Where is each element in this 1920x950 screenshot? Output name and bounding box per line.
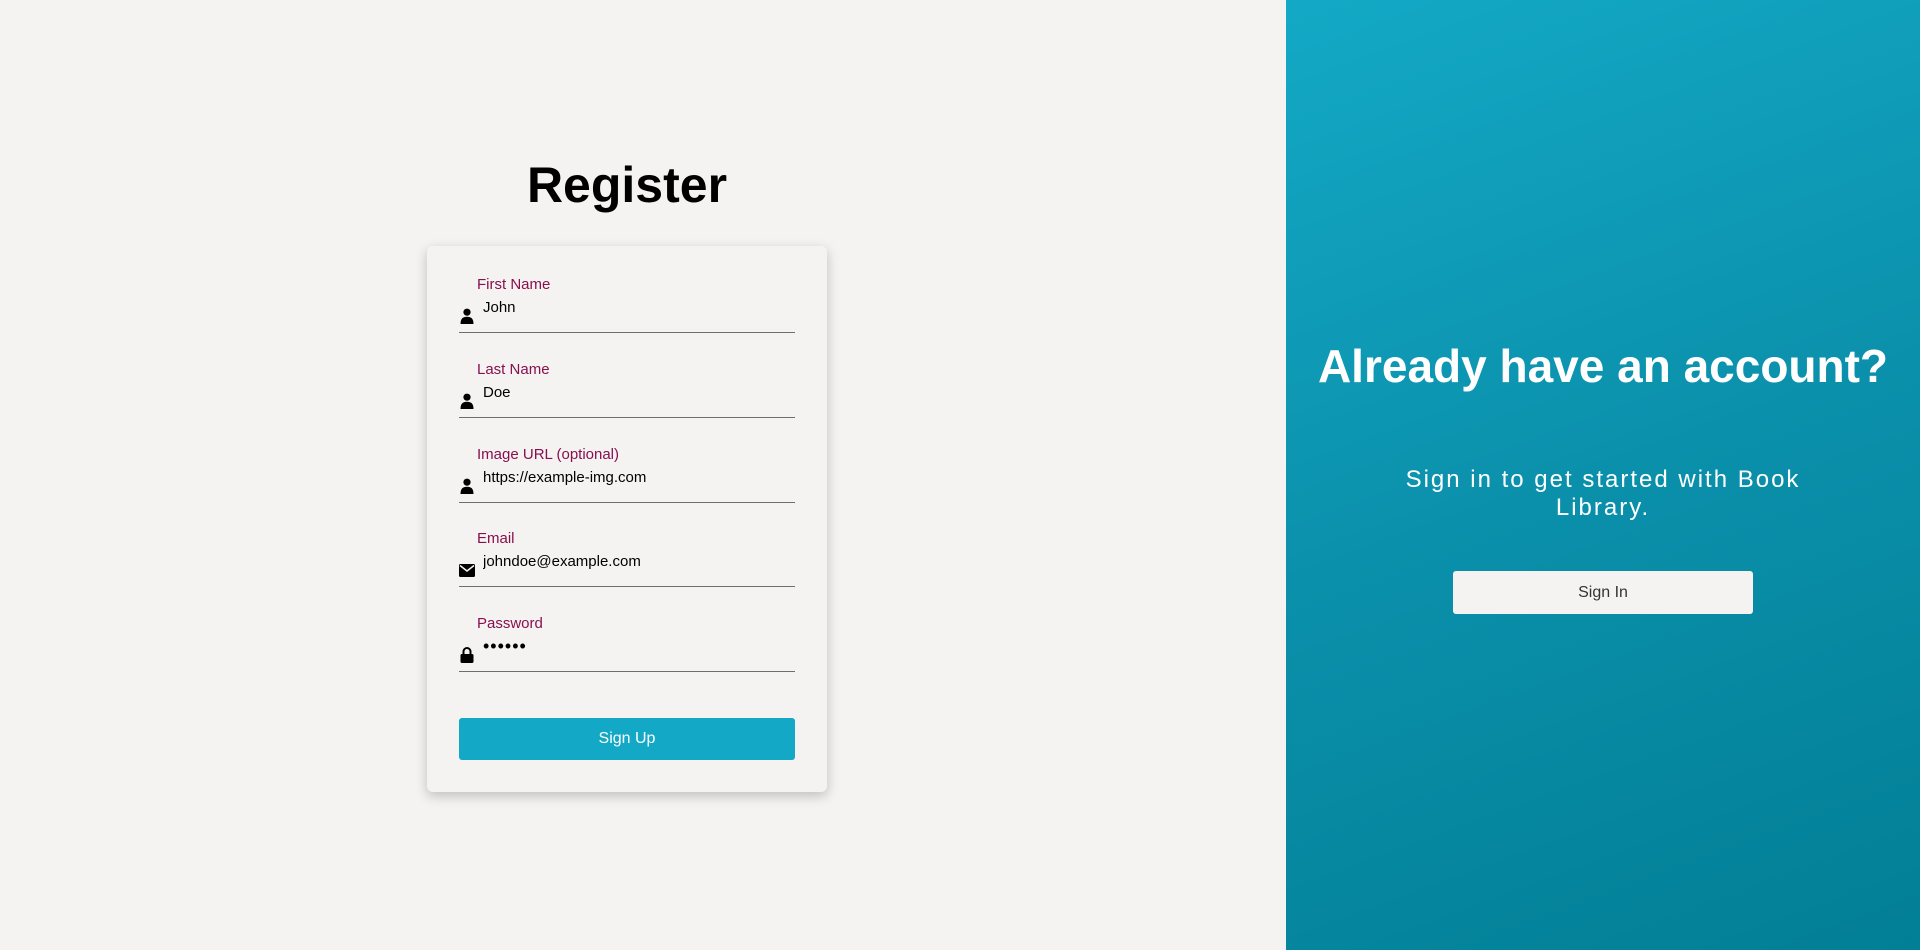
- image-url-label: Image URL (optional): [477, 446, 620, 463]
- lock-icon: [459, 647, 475, 663]
- image-url-input[interactable]: [483, 466, 789, 488]
- sign-up-button[interactable]: Sign Up: [459, 718, 795, 760]
- email-input[interactable]: [483, 550, 789, 572]
- signin-panel-title: Already have an account?: [1317, 340, 1889, 392]
- person-icon: [459, 393, 475, 409]
- first-name-input[interactable]: [483, 296, 789, 318]
- email-field: Email: [459, 530, 795, 587]
- last-name-field: Last Name: [459, 361, 795, 418]
- person-icon: [459, 478, 475, 494]
- signin-panel-subtitle: Sign in to get started with Book Library…: [1405, 466, 1801, 521]
- password-input[interactable]: [483, 635, 789, 657]
- sign-in-button[interactable]: Sign In: [1453, 571, 1753, 614]
- first-name-field: First Name: [459, 276, 795, 333]
- last-name-label: Last Name: [477, 361, 550, 378]
- register-form: First Name Last Name Image URL (optional…: [427, 246, 827, 792]
- image-url-field: Image URL (optional): [459, 446, 795, 503]
- first-name-label: First Name: [477, 276, 551, 293]
- person-icon: [459, 308, 475, 324]
- envelope-icon: [459, 562, 475, 578]
- password-label: Password: [477, 615, 543, 632]
- register-section: Register First Name Last Name Image URL …: [0, 0, 1286, 950]
- password-field: Password: [459, 615, 795, 672]
- signin-panel: Already have an account? Sign in to get …: [1286, 0, 1920, 950]
- email-label: Email: [477, 530, 515, 547]
- page-title: Register: [526, 157, 728, 213]
- last-name-input[interactable]: [483, 381, 789, 403]
